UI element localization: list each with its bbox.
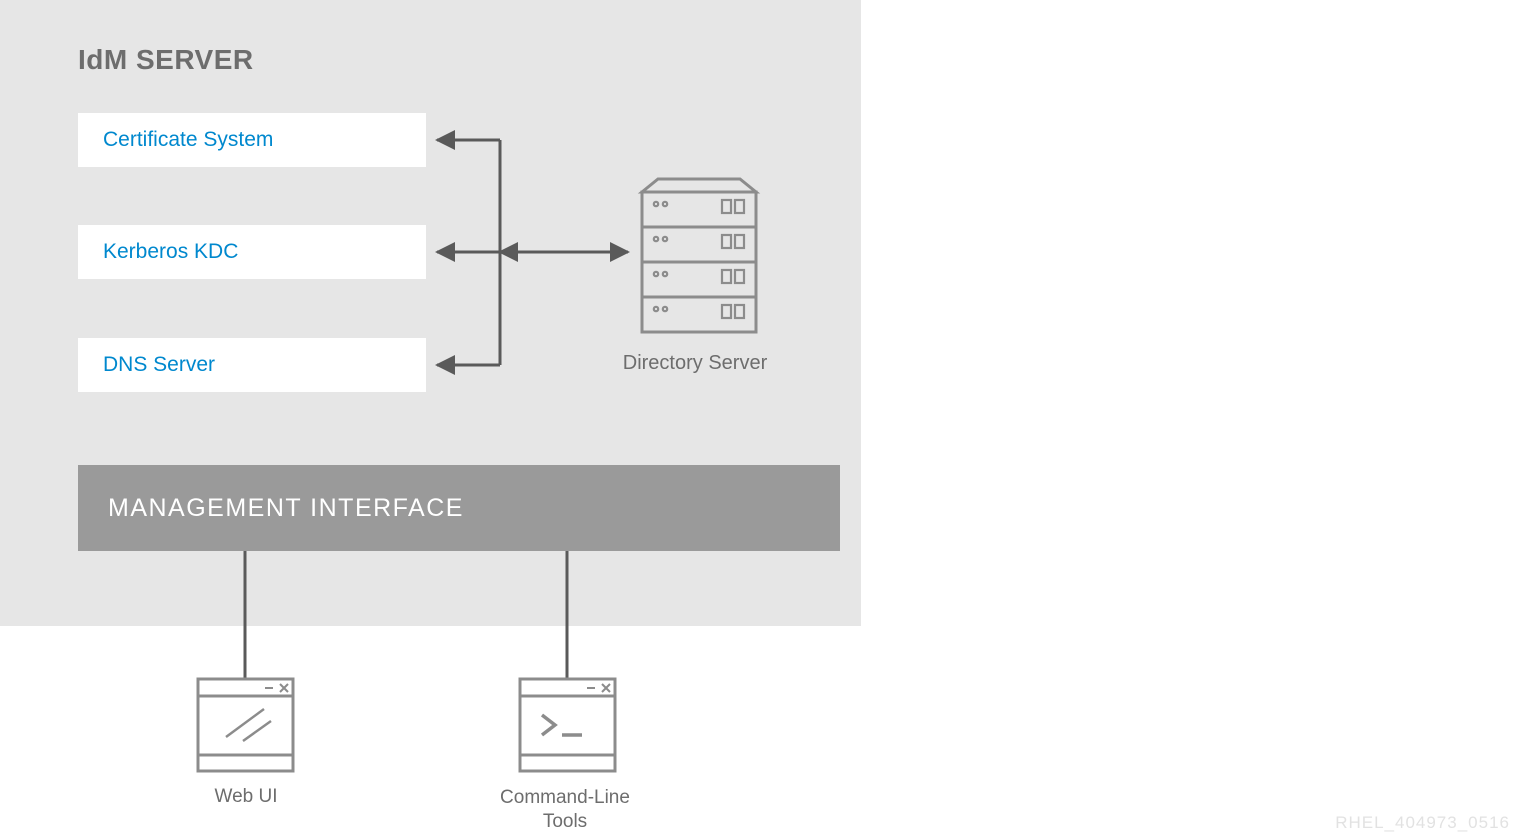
web-ui-label: Web UI [196, 786, 296, 808]
idm-server-title: IdM SERVER [78, 44, 254, 76]
kerberos-kdc-box: Kerberos KDC [78, 225, 426, 279]
certificate-system-label: Certificate System [103, 128, 273, 152]
dns-server-box: DNS Server [78, 338, 426, 392]
dns-server-label: DNS Server [103, 353, 215, 377]
idm-server-panel: IdM SERVER Certificate System Kerberos K… [0, 0, 861, 626]
kerberos-kdc-label: Kerberos KDC [103, 240, 238, 264]
certificate-system-box: Certificate System [78, 113, 426, 167]
management-interface-bar: MANAGEMENT INTERFACE [78, 465, 840, 551]
management-interface-label: MANAGEMENT INTERFACE [108, 494, 464, 523]
footer-code: RHEL_404973_0516 [1335, 813, 1510, 833]
cli-icon [520, 679, 615, 771]
web-ui-icon [198, 679, 293, 771]
directory-server-label: Directory Server [610, 352, 780, 375]
cli-tools-label: Command-Line Tools [480, 786, 650, 834]
